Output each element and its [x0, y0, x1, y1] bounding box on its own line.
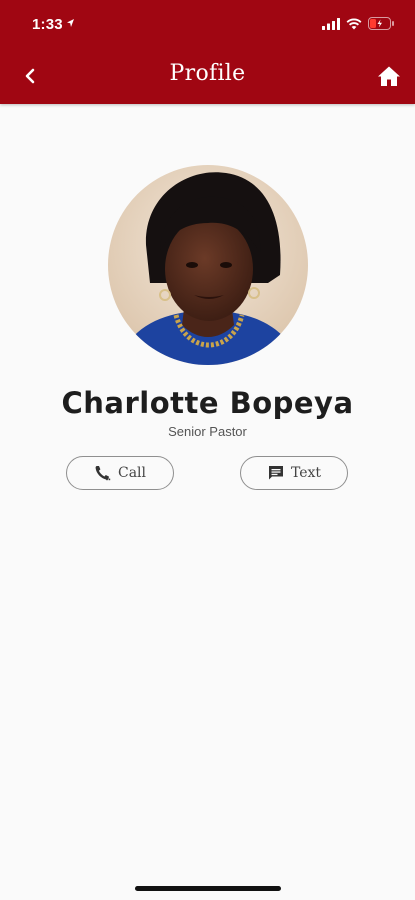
location-arrow-icon — [67, 19, 74, 27]
status-icons — [322, 17, 395, 30]
status-time: 1:33 — [32, 16, 63, 33]
profile-name: Charlotte Bopeya — [61, 386, 354, 420]
home-icon — [378, 66, 400, 86]
text-label: Text — [290, 465, 322, 481]
status-bar: 1:33 — [0, 0, 415, 50]
nav-bar: Profile — [0, 50, 415, 104]
profile-photo — [108, 165, 308, 365]
phone-icon — [95, 466, 111, 481]
page-title: Profile — [169, 61, 246, 86]
app-header: 1:33 Profile — [0, 0, 415, 104]
home-button[interactable] — [373, 60, 405, 92]
profile-role: Senior Pastor — [168, 424, 247, 439]
home-indicator[interactable] — [135, 886, 281, 891]
wifi-icon — [346, 18, 362, 29]
text-button[interactable]: Text — [240, 456, 348, 490]
battery-icon — [368, 17, 394, 30]
avatar — [108, 165, 308, 365]
message-icon — [268, 466, 283, 480]
call-button[interactable]: Call — [66, 456, 174, 490]
signal-icon — [322, 17, 340, 30]
call-label: Call — [117, 465, 146, 481]
